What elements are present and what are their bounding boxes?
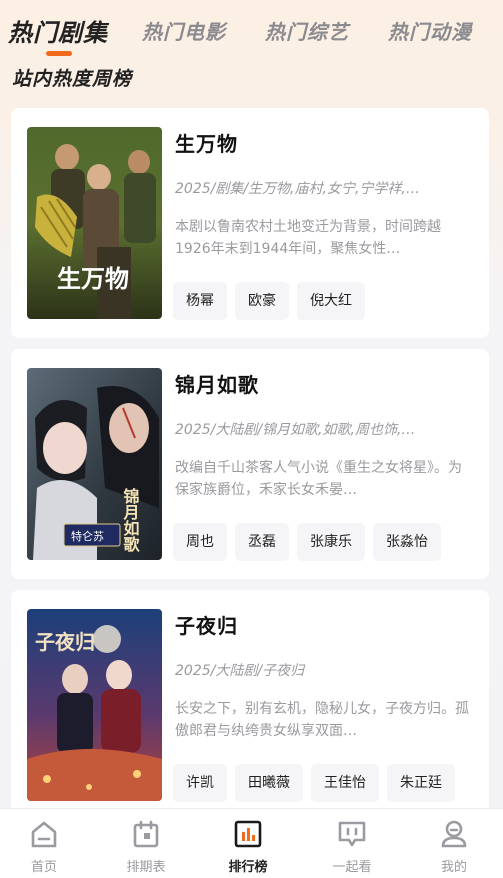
poster-title-text: 锦月如歌	[121, 487, 141, 553]
tab-hot-series[interactable]: 热门剧集	[8, 13, 108, 48]
nav-label: 一起看	[332, 860, 372, 875]
nav-label: 首页	[30, 860, 57, 875]
ranking-card[interactable]: 特仑苏 锦月如歌 锦月如歌 2025/大陆剧/锦月如歌,如歌,周也饰,… 改编自…	[11, 349, 489, 579]
nav-label: 排行榜	[228, 860, 268, 875]
cast-tag[interactable]: 朱正廷	[387, 764, 455, 802]
profile-icon	[441, 820, 467, 848]
cast-tag[interactable]: 周也	[173, 523, 227, 561]
show-title[interactable]: 子夜归	[175, 610, 238, 639]
show-title[interactable]: 锦月如歌	[175, 369, 259, 398]
watch-together-icon	[338, 821, 366, 847]
poster-badge-text: 特仑苏	[71, 529, 104, 543]
cast-tag[interactable]: 欧豪	[235, 282, 289, 320]
show-description: 长安之下，别有玄机，隐秘儿女，子夜方归。孤傲郎君与纨绔贵女纵享双面…	[175, 701, 469, 739]
cast-list: 杨幂 欧豪 倪大红	[173, 282, 489, 320]
ranking-card[interactable]: 子夜归 子夜归 2025/大陆剧/子夜归 长安之下，别有玄机，隐秘儿女，子夜方归…	[11, 590, 489, 820]
cast-tag[interactable]: 王佳怡	[311, 764, 379, 802]
tab-hot-anime[interactable]: 热门动漫	[388, 16, 472, 45]
poster-image[interactable]: 特仑苏 锦月如歌	[27, 368, 162, 560]
cast-tag[interactable]: 张康乐	[297, 523, 365, 561]
cast-tag[interactable]: 张淼怡	[373, 523, 441, 561]
show-meta: 2025/大陆剧/锦月如歌,如歌,周也饰,…	[175, 422, 416, 438]
ranking-icon	[234, 820, 262, 848]
show-meta: 2025/剧集/生万物,庙村,女宁,宁学祥,…	[175, 181, 420, 197]
active-tab-indicator	[46, 51, 72, 56]
section-title: 站内热度周榜	[12, 68, 133, 90]
poster-title-text: 生万物	[57, 264, 129, 293]
cast-tag[interactable]: 杨幂	[173, 282, 227, 320]
cast-list: 周也 丞磊 张康乐 张淼怡	[173, 523, 489, 561]
poster-image[interactable]: 生万物	[27, 127, 162, 319]
poster-image[interactable]: 子夜归	[27, 609, 162, 801]
bottom-navigation: 首页 排期表 排行榜 一起看 我的	[0, 808, 503, 878]
show-description: 改编自千山茶客人气小说《重生之女将星》。为保家族爵位，禾家长女禾晏…	[175, 460, 462, 498]
show-description: 本剧以鲁南农村土地变迁为背景，时间跨越1926年末到1944年间，聚焦女性…	[175, 219, 441, 257]
show-meta: 2025/大陆剧/子夜归	[175, 663, 305, 679]
nav-schedule[interactable]: 排期表	[111, 819, 181, 875]
cast-tag[interactable]: 倪大红	[297, 282, 365, 320]
tab-hot-movies[interactable]: 热门电影	[142, 16, 226, 45]
calendar-icon	[133, 820, 159, 848]
nav-watch-together[interactable]: 一起看	[317, 819, 387, 875]
nav-label: 排期表	[126, 860, 166, 875]
tab-hot-variety[interactable]: 热门综艺	[265, 16, 349, 45]
nav-ranking[interactable]: 排行榜	[213, 819, 283, 875]
show-title[interactable]: 生万物	[175, 128, 238, 157]
cast-tag[interactable]: 田曦薇	[235, 764, 303, 802]
cast-list: 许凯 田曦薇 王佳怡 朱正廷	[173, 764, 489, 802]
poster-title-text: 子夜归	[35, 630, 95, 654]
nav-label: 我的	[440, 860, 467, 875]
ranking-card[interactable]: 生万物 生万物 2025/剧集/生万物,庙村,女宁,宁学祥,… 本剧以鲁南农村土…	[11, 108, 489, 338]
category-tabs: 热门剧集 热门电影 热门综艺 热门动漫	[0, 0, 503, 60]
home-icon	[31, 821, 57, 848]
cast-tag[interactable]: 丞磊	[235, 523, 289, 561]
nav-profile[interactable]: 我的	[419, 819, 489, 875]
nav-home[interactable]: 首页	[9, 819, 79, 875]
cast-tag[interactable]: 许凯	[173, 764, 227, 802]
